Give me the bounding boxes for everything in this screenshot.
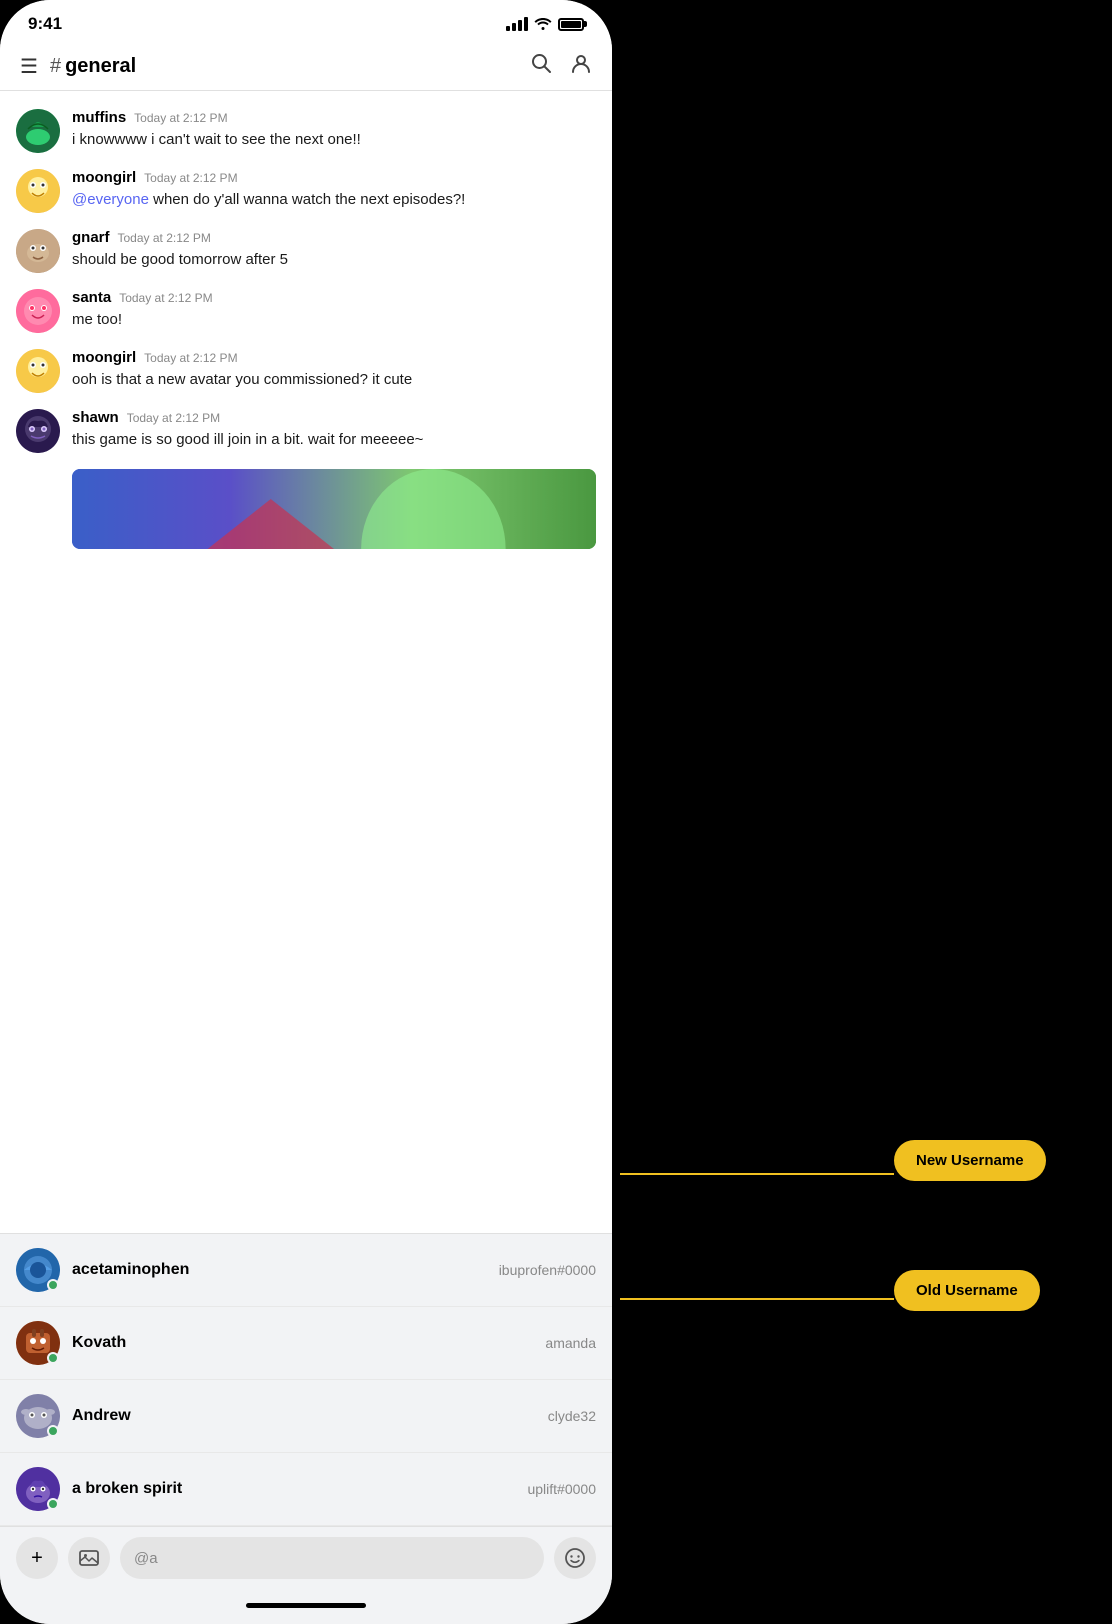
message-author: shawn — [72, 409, 119, 426]
add-button[interactable]: + — [16, 1537, 58, 1579]
message-input[interactable]: @a — [120, 1537, 544, 1579]
message-time: Today at 2:12 PM — [118, 231, 211, 245]
avatar — [16, 409, 60, 453]
header-actions — [530, 52, 592, 80]
list-item[interactable]: Kovath amanda — [0, 1307, 612, 1380]
user-handle: uplift#0000 — [527, 1481, 596, 1497]
avatar — [16, 349, 60, 393]
user-avatar-wrap — [16, 1248, 60, 1292]
message-text: ooh is that a new avatar you commissione… — [72, 369, 596, 390]
user-icon[interactable] — [570, 52, 592, 80]
avatar — [16, 229, 60, 273]
user-name: acetaminophen — [72, 1261, 487, 1279]
image-button[interactable] — [68, 1537, 110, 1579]
list-item[interactable]: Andrew clyde32 — [0, 1380, 612, 1453]
message-item: moongirl Today at 2:12 PM ooh is that a … — [0, 341, 612, 401]
user-avatar-wrap — [16, 1467, 60, 1511]
home-indicator — [0, 1595, 612, 1624]
channel-header: ☰ # general — [0, 42, 612, 91]
message-content: muffins Today at 2:12 PM i knowwww i can… — [72, 109, 596, 150]
status-time: 9:41 — [28, 14, 62, 34]
message-header: shawn Today at 2:12 PM — [72, 409, 596, 426]
status-icons — [506, 16, 584, 33]
message-item: gnarf Today at 2:12 PM should be good to… — [0, 221, 612, 281]
menu-icon[interactable]: ☰ — [20, 54, 38, 79]
messages-area[interactable]: muffins Today at 2:12 PM i knowwww i can… — [0, 91, 612, 1233]
users-list: acetaminophen ibuprofen#0000 — [0, 1233, 612, 1526]
message-text: me too! — [72, 309, 596, 330]
online-indicator — [47, 1352, 59, 1364]
phone-frame: 9:41 — [0, 0, 612, 1624]
message-content: gnarf Today at 2:12 PM should be good to… — [72, 229, 596, 270]
message-time: Today at 2:12 PM — [134, 111, 227, 125]
message-author: muffins — [72, 109, 126, 126]
avatar — [16, 289, 60, 333]
bottom-bar: + @a — [0, 1526, 612, 1595]
user-name: Andrew — [72, 1407, 536, 1425]
user-name: Kovath — [72, 1334, 533, 1352]
list-item[interactable]: acetaminophen ibuprofen#0000 — [0, 1234, 612, 1307]
message-text: @everyone when do y'all wanna watch the … — [72, 189, 596, 210]
avatar — [16, 109, 60, 153]
message-text: should be good tomorrow after 5 — [72, 249, 596, 270]
message-content: santa Today at 2:12 PM me too! — [72, 289, 596, 330]
channel-name: # general — [50, 55, 518, 78]
message-item: santa Today at 2:12 PM me too! — [0, 281, 612, 341]
message-content: moongirl Today at 2:12 PM @everyone when… — [72, 169, 596, 210]
message-item: shawn Today at 2:12 PM this game is so g… — [0, 401, 612, 461]
hash-icon: # — [50, 55, 61, 78]
input-placeholder: @a — [134, 1550, 158, 1567]
signal-icon — [506, 17, 528, 31]
message-item: muffins Today at 2:12 PM i knowwww i can… — [0, 101, 612, 161]
message-header: gnarf Today at 2:12 PM — [72, 229, 596, 246]
message-time: Today at 2:12 PM — [144, 351, 237, 365]
message-header: santa Today at 2:12 PM — [72, 289, 596, 306]
home-bar — [246, 1603, 366, 1608]
new-username-callout: New Username — [894, 1140, 1046, 1181]
message-text: this game is so good ill join in a bit. … — [72, 429, 596, 450]
message-author: moongirl — [72, 349, 136, 366]
message-author: moongirl — [72, 169, 136, 186]
message-time: Today at 2:12 PM — [144, 171, 237, 185]
online-indicator — [47, 1425, 59, 1437]
battery-icon — [558, 18, 584, 31]
user-handle: amanda — [545, 1335, 596, 1351]
message-header: moongirl Today at 2:12 PM — [72, 169, 596, 186]
message-item: moongirl Today at 2:12 PM @everyone when… — [0, 161, 612, 221]
user-avatar-wrap — [16, 1394, 60, 1438]
search-icon[interactable] — [530, 52, 552, 80]
message-author: santa — [72, 289, 111, 306]
user-handle: clyde32 — [548, 1408, 596, 1424]
mention-tag: @everyone — [72, 191, 149, 208]
message-content: moongirl Today at 2:12 PM ooh is that a … — [72, 349, 596, 390]
online-indicator — [47, 1498, 59, 1510]
message-content: shawn Today at 2:12 PM this game is so g… — [72, 409, 596, 450]
user-avatar-wrap — [16, 1321, 60, 1365]
user-handle: ibuprofen#0000 — [499, 1262, 596, 1278]
message-time: Today at 2:12 PM — [127, 411, 220, 425]
message-header: muffins Today at 2:12 PM — [72, 109, 596, 126]
image-preview — [72, 469, 596, 549]
status-bar: 9:41 — [0, 0, 612, 42]
avatar — [16, 169, 60, 213]
old-username-callout: Old Username — [894, 1270, 1040, 1311]
message-time: Today at 2:12 PM — [119, 291, 212, 305]
wifi-icon — [534, 16, 552, 33]
emoji-button[interactable] — [554, 1537, 596, 1579]
message-header: moongirl Today at 2:12 PM — [72, 349, 596, 366]
message-text: i knowwww i can't wait to see the next o… — [72, 129, 596, 150]
list-item[interactable]: a broken spirit uplift#0000 — [0, 1453, 612, 1526]
message-author: gnarf — [72, 229, 110, 246]
online-indicator — [47, 1279, 59, 1291]
channel-title: general — [65, 55, 136, 78]
user-name: a broken spirit — [72, 1480, 515, 1498]
